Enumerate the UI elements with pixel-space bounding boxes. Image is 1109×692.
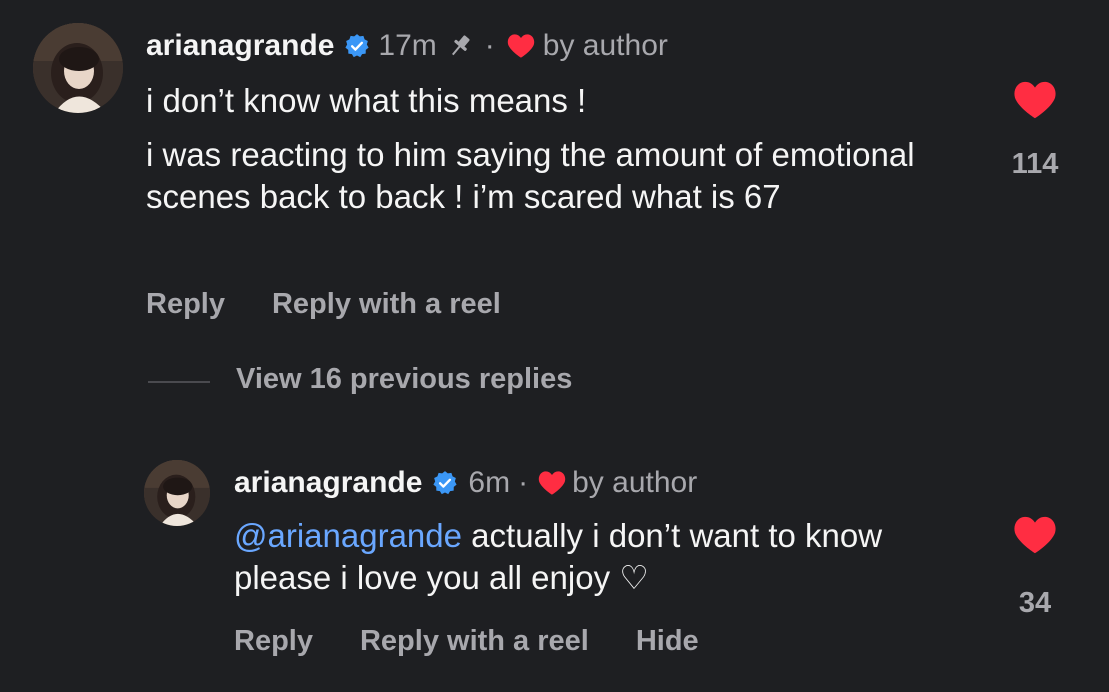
separator: · — [518, 466, 529, 499]
comment-header: arianagrande 17m · by author — [146, 27, 668, 65]
replies-divider — [148, 381, 210, 383]
comment-time: 17m — [378, 29, 437, 62]
verified-badge-icon — [344, 33, 370, 59]
like-count: 114 — [1011, 148, 1059, 180]
reply-with-reel-button[interactable]: Reply with a reel — [360, 625, 589, 658]
separator: · — [484, 29, 495, 62]
heart-icon — [507, 33, 535, 59]
like-button[interactable]: 34 — [1005, 515, 1065, 620]
avatar[interactable] — [33, 23, 123, 113]
liked-by-author: by author — [572, 466, 698, 499]
comments-thread: arianagrande 17m · by author i don’t kno… — [0, 0, 1109, 692]
heart-icon — [538, 470, 566, 496]
heart-icon[interactable] — [1013, 80, 1057, 120]
comment-text-paragraph: i was reacting to him saying the amount … — [146, 136, 915, 216]
reply-with-reel-button[interactable]: Reply with a reel — [272, 288, 501, 321]
pin-icon — [445, 31, 475, 61]
reply-header: arianagrande 6m · by author — [234, 464, 697, 502]
reply-actions: Reply Reply with a reel Hide — [234, 625, 699, 658]
avatar[interactable] — [144, 460, 210, 526]
comment-actions: Reply Reply with a reel — [146, 288, 501, 321]
comment-text-line: i don’t know what this means ! — [146, 82, 587, 119]
verified-badge-icon — [432, 470, 458, 496]
liked-by-author: by author — [542, 29, 668, 62]
username[interactable]: arianagrande — [234, 466, 422, 500]
mention-link[interactable]: @arianagrande — [234, 517, 462, 554]
hide-button[interactable]: Hide — [636, 625, 699, 658]
heart-icon[interactable] — [1013, 515, 1057, 555]
view-previous-replies-button[interactable]: View 16 previous replies — [236, 363, 572, 396]
username[interactable]: arianagrande — [146, 29, 334, 63]
reply-text: @arianagrande actually i don’t want to k… — [234, 515, 954, 599]
reply-button[interactable]: Reply — [146, 288, 225, 321]
reply-time: 6m — [468, 466, 511, 499]
reply-button[interactable]: Reply — [234, 625, 313, 658]
like-count: 34 — [1018, 587, 1052, 619]
like-button[interactable]: 114 — [1005, 80, 1065, 181]
